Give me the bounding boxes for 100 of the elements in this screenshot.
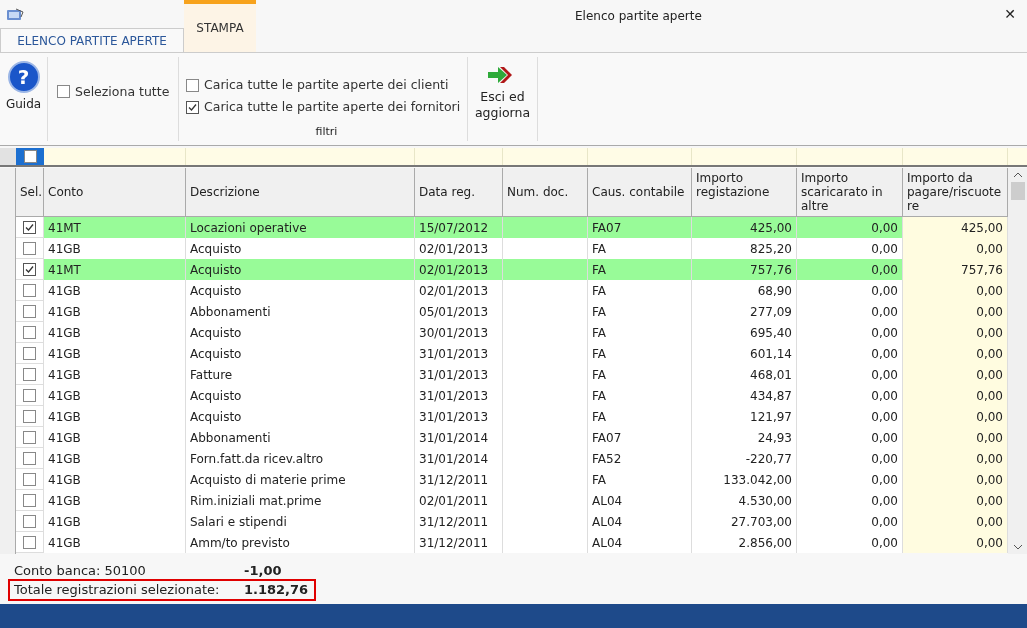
bank-value: -1,00 [244, 562, 282, 579]
filter-checkbox[interactable] [186, 100, 199, 114]
table-cell: 757,76 [692, 259, 797, 280]
table-cell: Acquisto [186, 406, 415, 427]
row-checkbox[interactable] [23, 241, 36, 255]
ribbon-tab[interactable]: ELENCO PARTITE APERTE [0, 28, 184, 52]
table-cell: 41GB [44, 469, 186, 490]
table-cell: 0,00 [903, 385, 1008, 406]
table-cell: 31/01/2013 [415, 343, 503, 364]
row-checkbox[interactable] [23, 472, 36, 486]
column-header[interactable]: Importo scaricarato in altre [797, 168, 903, 216]
table-cell: 41GB [44, 427, 186, 448]
table-cell: 05/01/2013 [415, 301, 503, 322]
table-cell: FA [588, 238, 692, 259]
table-cell: 425,00 [903, 217, 1008, 238]
table-cell: 825,20 [692, 238, 797, 259]
table-cell: FA [588, 406, 692, 427]
window-title: Elenco partite aperte [575, 8, 702, 25]
filter-row-checkbox[interactable] [23, 150, 37, 163]
row-checkbox[interactable] [23, 514, 36, 528]
table-cell: 31/01/2013 [415, 385, 503, 406]
table-cell: 0,00 [903, 511, 1008, 532]
table-cell: Acquisto [186, 322, 415, 343]
row-checkbox[interactable] [23, 451, 36, 465]
table-cell: Acquisto [186, 238, 415, 259]
table-cell: 0,00 [903, 364, 1008, 385]
table-cell: FA52 [588, 448, 692, 469]
table-cell: 0,00 [903, 448, 1008, 469]
table-cell: AL04 [588, 532, 692, 553]
table-cell: 425,00 [692, 217, 797, 238]
table-cell: Rim.iniziali mat.prime [186, 490, 415, 511]
column-header[interactable]: Data reg. [415, 168, 503, 216]
column-header[interactable]: Num. doc. [503, 168, 588, 216]
table-cell: Acquisto [186, 343, 415, 364]
table-cell: AL04 [588, 490, 692, 511]
table-cell: FA [588, 469, 692, 490]
column-header[interactable]: Descrizione [186, 168, 415, 216]
row-checkbox[interactable] [23, 346, 36, 360]
column-header[interactable]: Sel. [16, 168, 44, 216]
row-checkbox[interactable] [23, 220, 36, 234]
table-cell: 0,00 [797, 322, 903, 343]
table-cell: 02/01/2013 [415, 280, 503, 301]
exit-button[interactable]: Esci ed aggiorna [468, 53, 537, 145]
table-cell: Acquisto [186, 385, 415, 406]
table-cell: 31/01/2014 [415, 448, 503, 469]
table-cell: 0,00 [903, 490, 1008, 511]
table-cell: 468,01 [692, 364, 797, 385]
table-cell: FA [588, 259, 692, 280]
table-cell: 0,00 [903, 343, 1008, 364]
row-checkbox[interactable] [23, 262, 36, 276]
row-checkbox[interactable] [23, 367, 36, 381]
table-cell: 0,00 [903, 280, 1008, 301]
column-header[interactable]: Caus. contabile [588, 168, 692, 216]
row-checkbox[interactable] [23, 430, 36, 444]
table-cell: 0,00 [797, 406, 903, 427]
table-cell: 31/12/2011 [415, 469, 503, 490]
ribbon-tab[interactable]: STAMPA [184, 0, 256, 52]
table-cell: 0,00 [797, 469, 903, 490]
total-label: Totale registrazioni selezionate: [14, 581, 221, 600]
table-cell: FA07 [588, 427, 692, 448]
select-all-checkbox[interactable] [57, 85, 70, 98]
table-cell: 0,00 [797, 448, 903, 469]
table-cell: Acquisto [186, 280, 415, 301]
app-icon [6, 8, 24, 22]
row-checkbox[interactable] [23, 283, 36, 297]
table-cell: 0,00 [797, 259, 903, 280]
table-cell: 0,00 [797, 343, 903, 364]
table-cell: 41GB [44, 322, 186, 343]
table-cell: FA [588, 343, 692, 364]
table-cell: 31/01/2013 [415, 364, 503, 385]
table-cell: Abbonamenti [186, 301, 415, 322]
filter-label: Carica tutte le partite aperte dei clienti [204, 75, 449, 94]
table-cell: FA [588, 280, 692, 301]
table-cell: 0,00 [797, 385, 903, 406]
table-cell: Salari e stipendi [186, 511, 415, 532]
table-cell: 41GB [44, 301, 186, 322]
row-checkbox[interactable] [23, 493, 36, 507]
table-cell: 0,00 [797, 364, 903, 385]
row-checkbox[interactable] [23, 304, 36, 318]
filter-checkbox[interactable] [186, 78, 199, 92]
table-cell: 41GB [44, 532, 186, 553]
scrollbar[interactable] [1008, 168, 1027, 554]
table-cell: 434,87 [692, 385, 797, 406]
table-cell: 31/12/2011 [415, 511, 503, 532]
column-header[interactable]: Importo registazione [692, 168, 797, 216]
close-button[interactable]: ✕ [1001, 4, 1019, 25]
table-cell: 0,00 [797, 301, 903, 322]
row-checkbox[interactable] [23, 535, 36, 549]
table-cell: 4.530,00 [692, 490, 797, 511]
scroll-thumb[interactable] [1010, 182, 1025, 200]
table-cell: 277,09 [692, 301, 797, 322]
table-cell: 41GB [44, 490, 186, 511]
table-cell: 02/01/2011 [415, 490, 503, 511]
table-cell: 0,00 [903, 427, 1008, 448]
row-checkbox[interactable] [23, 325, 36, 339]
table-cell: 41MT [44, 217, 186, 238]
row-checkbox[interactable] [23, 388, 36, 402]
column-header[interactable]: Conto [44, 168, 186, 216]
help-button[interactable]: ? Guida [0, 53, 47, 145]
row-checkbox[interactable] [23, 409, 36, 423]
